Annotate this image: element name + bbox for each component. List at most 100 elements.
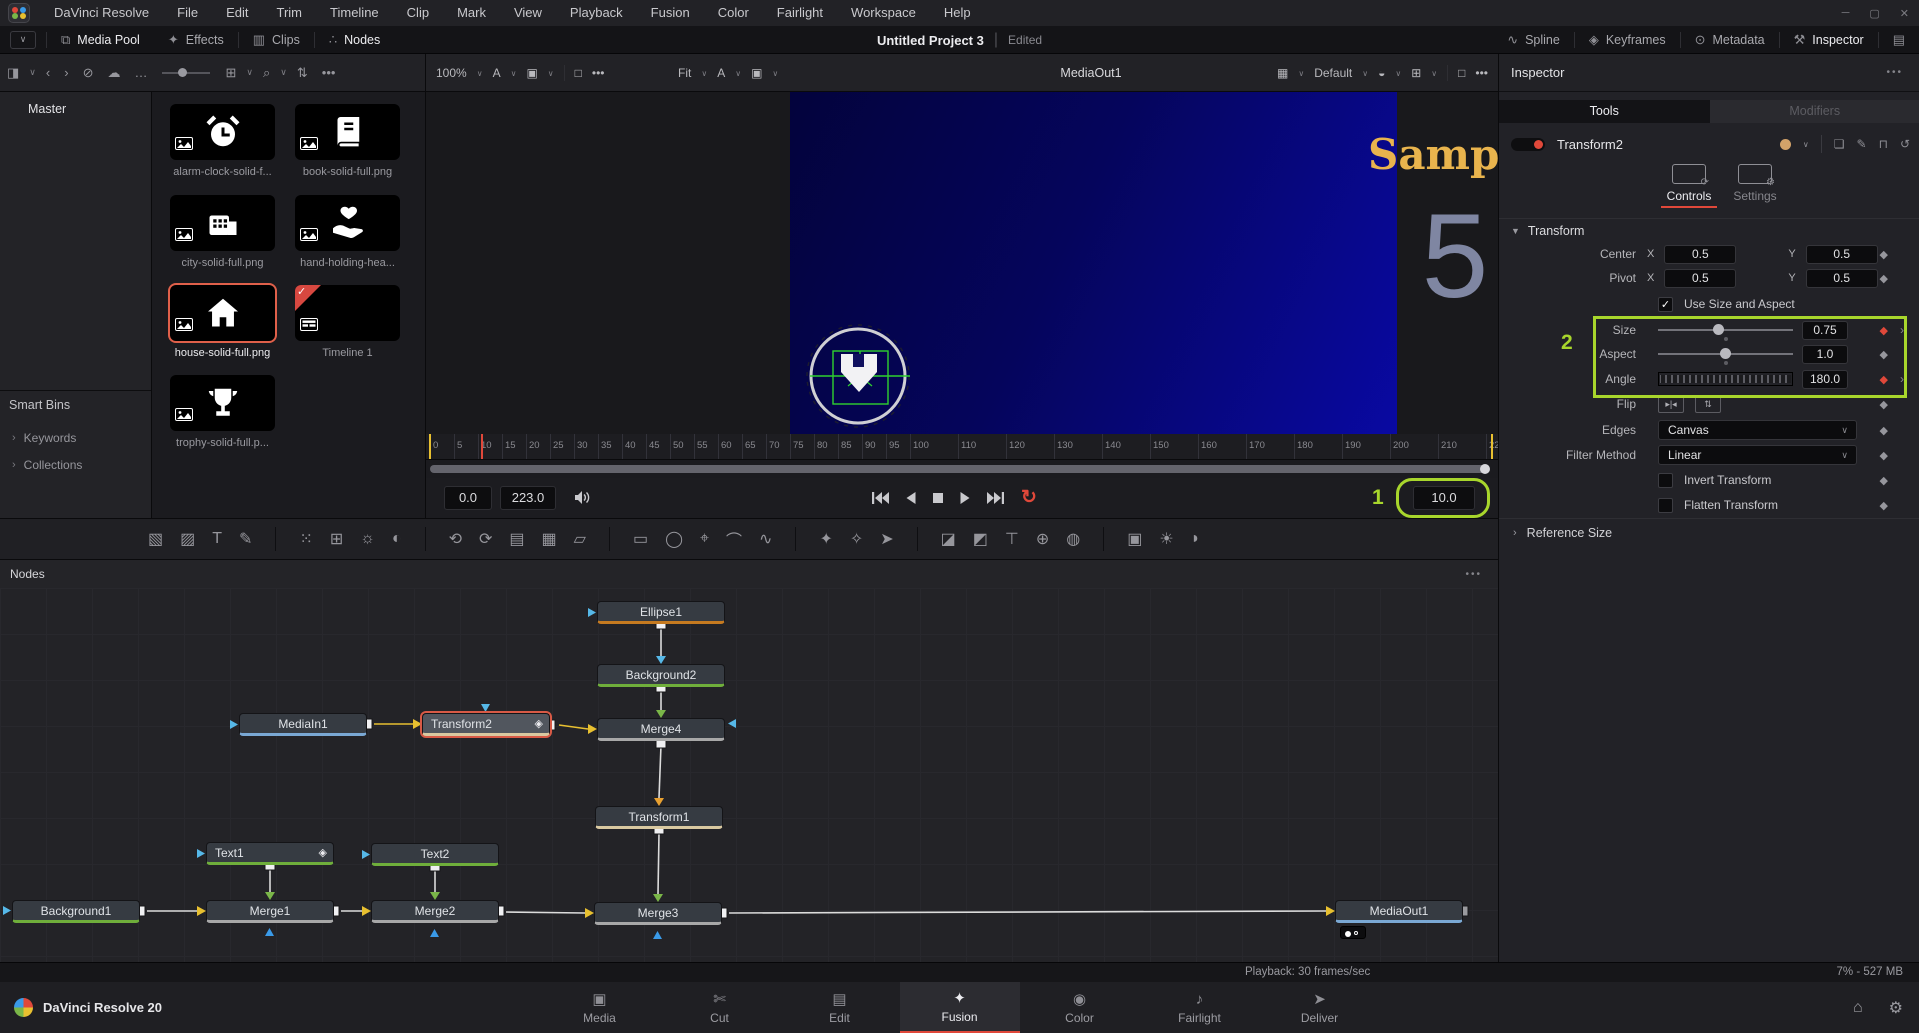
node-transform1[interactable]: Transform1 [595,806,723,829]
clip-thumbnail-city[interactable] [170,195,275,251]
clips-button[interactable]: ▥ Clips [239,26,314,54]
particle-spawn-icon[interactable]: ➤ [880,529,893,549]
keyframe-icon[interactable]: ◆ [1880,449,1888,462]
viewer-control[interactable]: ••• [592,66,605,80]
menu-item-fusion[interactable]: Fusion [637,0,704,26]
chevron-down-icon[interactable]: ∨ [1395,69,1401,78]
chevron-down-icon[interactable]: ∨ [548,69,554,78]
back-icon[interactable]: ‹ [39,65,57,80]
step-back-button[interactable] [905,491,916,505]
keyframe-icon[interactable]: ◆ [1880,499,1888,512]
light3d-icon[interactable]: ☀ [1159,529,1173,549]
particle-emitter-icon[interactable]: ✦ [819,529,832,549]
node-graph[interactable]: Ellipse1 Background2 MediaIn1 Transform2◈ Me… [0,588,1498,962]
scrollbar-handle[interactable] [1480,464,1490,474]
copy-icon[interactable]: ❏ [1834,137,1845,151]
window-controls[interactable]: ─▢✕ [1842,0,1909,26]
chevron-down-icon[interactable]: ∨ [477,69,483,78]
more-icon[interactable]: … [127,65,154,80]
use-size-aspect-checkbox[interactable]: ✓ [1658,297,1673,312]
spline-button[interactable]: ∿ Spline [1493,26,1574,54]
tab-modifiers[interactable]: Modifiers [1710,100,1919,123]
shader3d-icon[interactable]: ◗ [1191,530,1201,548]
viewer-control[interactable]: ⊞ [1411,66,1421,80]
node-mediain1[interactable]: MediaIn1 [239,713,367,736]
center-x-field[interactable]: 0.5 [1664,245,1736,264]
node-color-swatch[interactable] [1780,139,1791,150]
transform-icon[interactable]: ⟲ [449,529,462,549]
menu-item-timeline[interactable]: Timeline [316,0,393,26]
reference-size-section[interactable]: › Reference Size [1513,526,1612,540]
keyframe-icon[interactable]: ◆ [1880,474,1888,487]
chevron-down-icon[interactable]: ∨ [511,69,517,78]
panel-toggle-icon[interactable]: ◨ [0,65,26,81]
pivot-x-field[interactable]: 0.5 [1664,269,1736,288]
resize-icon[interactable]: ▱ [574,529,586,549]
page-tab-color[interactable]: ◉Color [1020,982,1140,1033]
viewer-control[interactable]: 100% [436,66,467,80]
menu-item-view[interactable]: View [500,0,556,26]
clip-thumbnail-book[interactable] [295,104,400,160]
text3d-icon[interactable]: ⊤ [1005,529,1019,549]
keyframe-icon[interactable]: ◆ [1880,398,1888,411]
paint-icon[interactable]: ✎ [239,529,252,549]
text-icon[interactable]: T [212,530,222,548]
ellipse-mask-icon[interactable]: ◯ [665,529,683,549]
page-tab-deliver[interactable]: ➤Deliver [1260,982,1380,1033]
dve-icon[interactable]: ⟳ [479,529,492,549]
pin-icon[interactable]: ✎ [1857,137,1867,151]
chevron-down-icon[interactable]: ∨ [277,67,290,78]
page-tab-cut[interactable]: ✄Cut [660,982,780,1033]
chevron-down-icon[interactable]: ∨ [1298,69,1304,78]
smart-bin-keywords[interactable]: ›Keywords [12,431,76,445]
panel-layout-button[interactable]: ▤ [1879,26,1919,54]
filter-method-dropdown[interactable]: Linear∨ [1658,445,1857,465]
chevron-down-icon[interactable]: ∨ [772,69,778,78]
edges-dropdown[interactable]: Canvas∨ [1658,420,1857,440]
clip-thumbnail-house[interactable] [170,285,275,341]
node-merge2[interactable]: Merge2 [371,900,499,923]
gear-icon[interactable]: ⚙ [1889,998,1903,1018]
shape3d-icon[interactable]: ◩ [973,529,988,549]
page-tab-fusion[interactable]: ✦Fusion [900,982,1020,1033]
chevron-down-icon[interactable]: ∨ [701,69,707,78]
transform-section-header[interactable]: ▼ Transform [1511,224,1584,238]
menu-item-trim[interactable]: Trim [263,0,317,26]
gridwarp-icon[interactable]: ⊞ [330,529,343,549]
viewer-control[interactable]: ▦ [1277,66,1288,80]
node-merge3[interactable]: Merge3 [594,902,722,925]
flatten-transform-checkbox[interactable] [1658,498,1673,513]
home-icon[interactable]: ⌂ [1853,999,1863,1017]
node-text1[interactable]: Text1◈ [206,842,334,865]
effects-button[interactable]: ✦ Effects [154,26,238,54]
viewer-control[interactable]: ▣ [526,66,537,80]
node-ellipse1[interactable]: Ellipse1 [597,601,725,624]
play-button[interactable] [960,491,971,505]
viewer-control[interactable]: A [717,66,725,80]
viewer-control[interactable]: ••• [1475,66,1488,80]
chevron-down-icon[interactable]: ∨ [1431,69,1437,78]
subtab-settings[interactable]: ⚙ Settings [1725,164,1785,203]
viewer-control[interactable]: □ [1458,66,1465,80]
node-transform2[interactable]: Transform2◈ [422,713,550,736]
chevron-down-icon[interactable]: ∨ [26,67,39,78]
chevron-down-icon[interactable]: ∨ [243,67,256,78]
minimize-icon[interactable]: ─ [1842,7,1850,19]
forward-icon[interactable]: › [57,65,75,80]
lock-icon[interactable]: ⊓ [1879,137,1888,151]
keyframes-button[interactable]: ◈ Keyframes [1575,26,1680,54]
bspline-mask-icon[interactable]: ⌒ [726,527,742,551]
inspector-button[interactable]: ⚒ Inspector [1780,26,1878,54]
thumb-size-slider[interactable] [162,67,210,79]
rectangle-mask-icon[interactable]: ▭ [633,529,648,549]
tab-tools[interactable]: Tools [1499,100,1710,123]
close-icon[interactable]: ✕ [1900,7,1909,20]
viewer-control[interactable]: ▣ [751,66,762,80]
node-merge1[interactable]: Merge1 [206,900,334,923]
node-background2[interactable]: Background2 [597,664,725,687]
keyframe-icon[interactable]: ◆ [1880,424,1888,437]
search-icon[interactable]: ⌕ [256,65,277,81]
stop-button[interactable] [932,491,944,505]
quick-export-button[interactable]: ∨ [10,31,36,49]
menu-item-help[interactable]: Help [930,0,985,26]
